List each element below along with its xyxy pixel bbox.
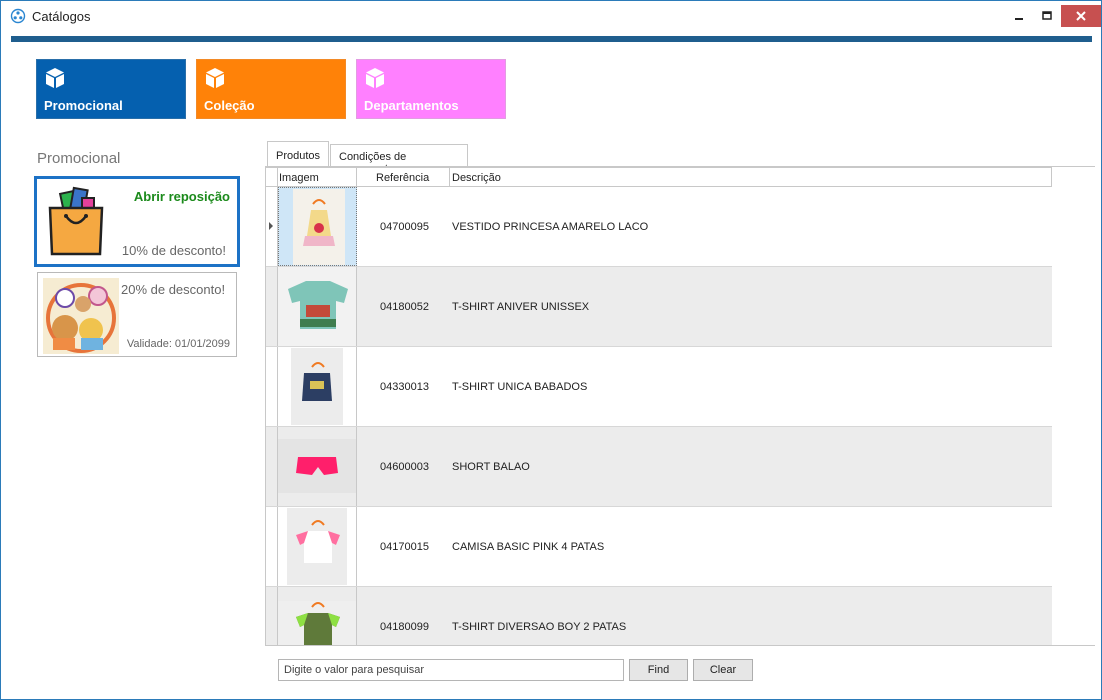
row-selector[interactable] <box>266 187 278 266</box>
tab-condicoes-pagamento[interactable]: Condições de pagamento <box>330 144 468 175</box>
close-button[interactable] <box>1061 5 1101 27</box>
maximize-button[interactable] <box>1032 5 1062 27</box>
product-reference: 04180099 <box>380 621 429 633</box>
app-icon <box>10 8 26 24</box>
promo-discount: 10% de desconto! <box>121 243 226 258</box>
current-row-arrow-icon <box>269 222 273 230</box>
product-reference: 04180052 <box>380 301 429 313</box>
catalog-window: Catálogos Promocional Coleção Departamen… <box>0 0 1102 700</box>
product-description: SHORT BALAO <box>452 461 530 473</box>
column-header-imagem[interactable]: Imagem <box>278 168 357 187</box>
tab-produtos[interactable]: Produtos <box>267 141 329 168</box>
table-row[interactable]: 04600003 SHORT BALAO <box>266 427 1052 507</box>
tile-label: Departamentos <box>364 98 459 113</box>
product-image <box>278 347 357 426</box>
promo-validity: Validade: 01/01/2099 <box>126 338 230 350</box>
product-description: T-SHIRT UNICA BABADOS <box>452 381 588 393</box>
tile-label: Promocional <box>44 98 123 113</box>
maximize-icon <box>1042 11 1052 20</box>
table-row[interactable]: 04180099 T-SHIRT DIVERSAO BOY 2 PATAS <box>266 587 1052 645</box>
box-icon <box>206 68 224 88</box>
row-selector[interactable] <box>266 507 278 586</box>
box-icon <box>46 68 64 88</box>
product-image <box>278 267 357 346</box>
product-description: VESTIDO PRINCESA AMARELO LACO <box>452 221 649 233</box>
kids-pets-illustration <box>43 278 119 354</box>
product-image <box>278 507 357 586</box>
clear-button[interactable]: Clear <box>693 659 753 681</box>
table-row[interactable]: 04170015 CAMISA BASIC PINK 4 PATAS <box>266 507 1052 587</box>
tile-departamentos[interactable]: Departamentos <box>356 59 506 119</box>
tile-label: Coleção <box>204 98 255 113</box>
header-accent-bar <box>11 36 1092 42</box>
product-description: T-SHIRT ANIVER UNISSEX <box>452 301 590 313</box>
row-selector[interactable] <box>266 587 278 645</box>
row-selector-header <box>266 168 278 187</box>
promo-card-reposicao[interactable]: Abrir reposição 10% de desconto! <box>34 176 240 267</box>
box-icon <box>366 68 384 88</box>
tile-promocional[interactable]: Promocional <box>36 59 186 119</box>
row-selector[interactable] <box>266 427 278 506</box>
close-icon <box>1076 11 1086 21</box>
row-selector[interactable] <box>266 267 278 346</box>
title-bar[interactable]: Catálogos <box>1 1 1101 32</box>
window-title: Catálogos <box>32 9 91 24</box>
tile-colecao[interactable]: Coleção <box>196 59 346 119</box>
row-selector[interactable] <box>266 347 278 426</box>
promo-discount: 20% de desconto! <box>121 282 226 297</box>
product-image <box>278 427 357 506</box>
promo-headline: Abrir reposição <box>133 189 230 204</box>
product-description: CAMISA BASIC PINK 4 PATAS <box>452 541 605 553</box>
find-button[interactable]: Find <box>629 659 688 681</box>
product-reference: 04700095 <box>380 221 429 233</box>
table-row[interactable]: 04330013 T-SHIRT UNICA BABADOS <box>266 347 1052 427</box>
minimize-button[interactable] <box>1004 5 1034 27</box>
table-row[interactable]: 04700095 VESTIDO PRINCESA AMARELO LACO <box>266 187 1052 267</box>
product-image <box>278 187 357 266</box>
promo-card-validade[interactable]: 20% de desconto! Validade: 01/01/2099 <box>37 272 237 357</box>
minimize-icon <box>1015 18 1023 20</box>
products-grid[interactable]: Imagem Referência Descrição 04700095 VES… <box>265 167 1095 646</box>
column-header-referencia[interactable]: Referência <box>357 168 450 187</box>
shopping-bag-icon <box>48 186 104 256</box>
column-header-descricao[interactable]: Descrição <box>450 168 1051 187</box>
grid-header: Imagem Referência Descrição <box>266 167 1052 187</box>
product-reference: 04330013 <box>380 381 429 393</box>
product-description: T-SHIRT DIVERSAO BOY 2 PATAS <box>452 621 627 633</box>
promotions-title: Promocional <box>37 150 121 167</box>
product-reference: 04170015 <box>380 541 429 553</box>
product-image <box>278 587 357 645</box>
table-row[interactable]: 04180052 T-SHIRT ANIVER UNISSEX <box>266 267 1052 347</box>
search-input[interactable] <box>278 659 624 681</box>
product-reference: 04600003 <box>380 461 429 473</box>
